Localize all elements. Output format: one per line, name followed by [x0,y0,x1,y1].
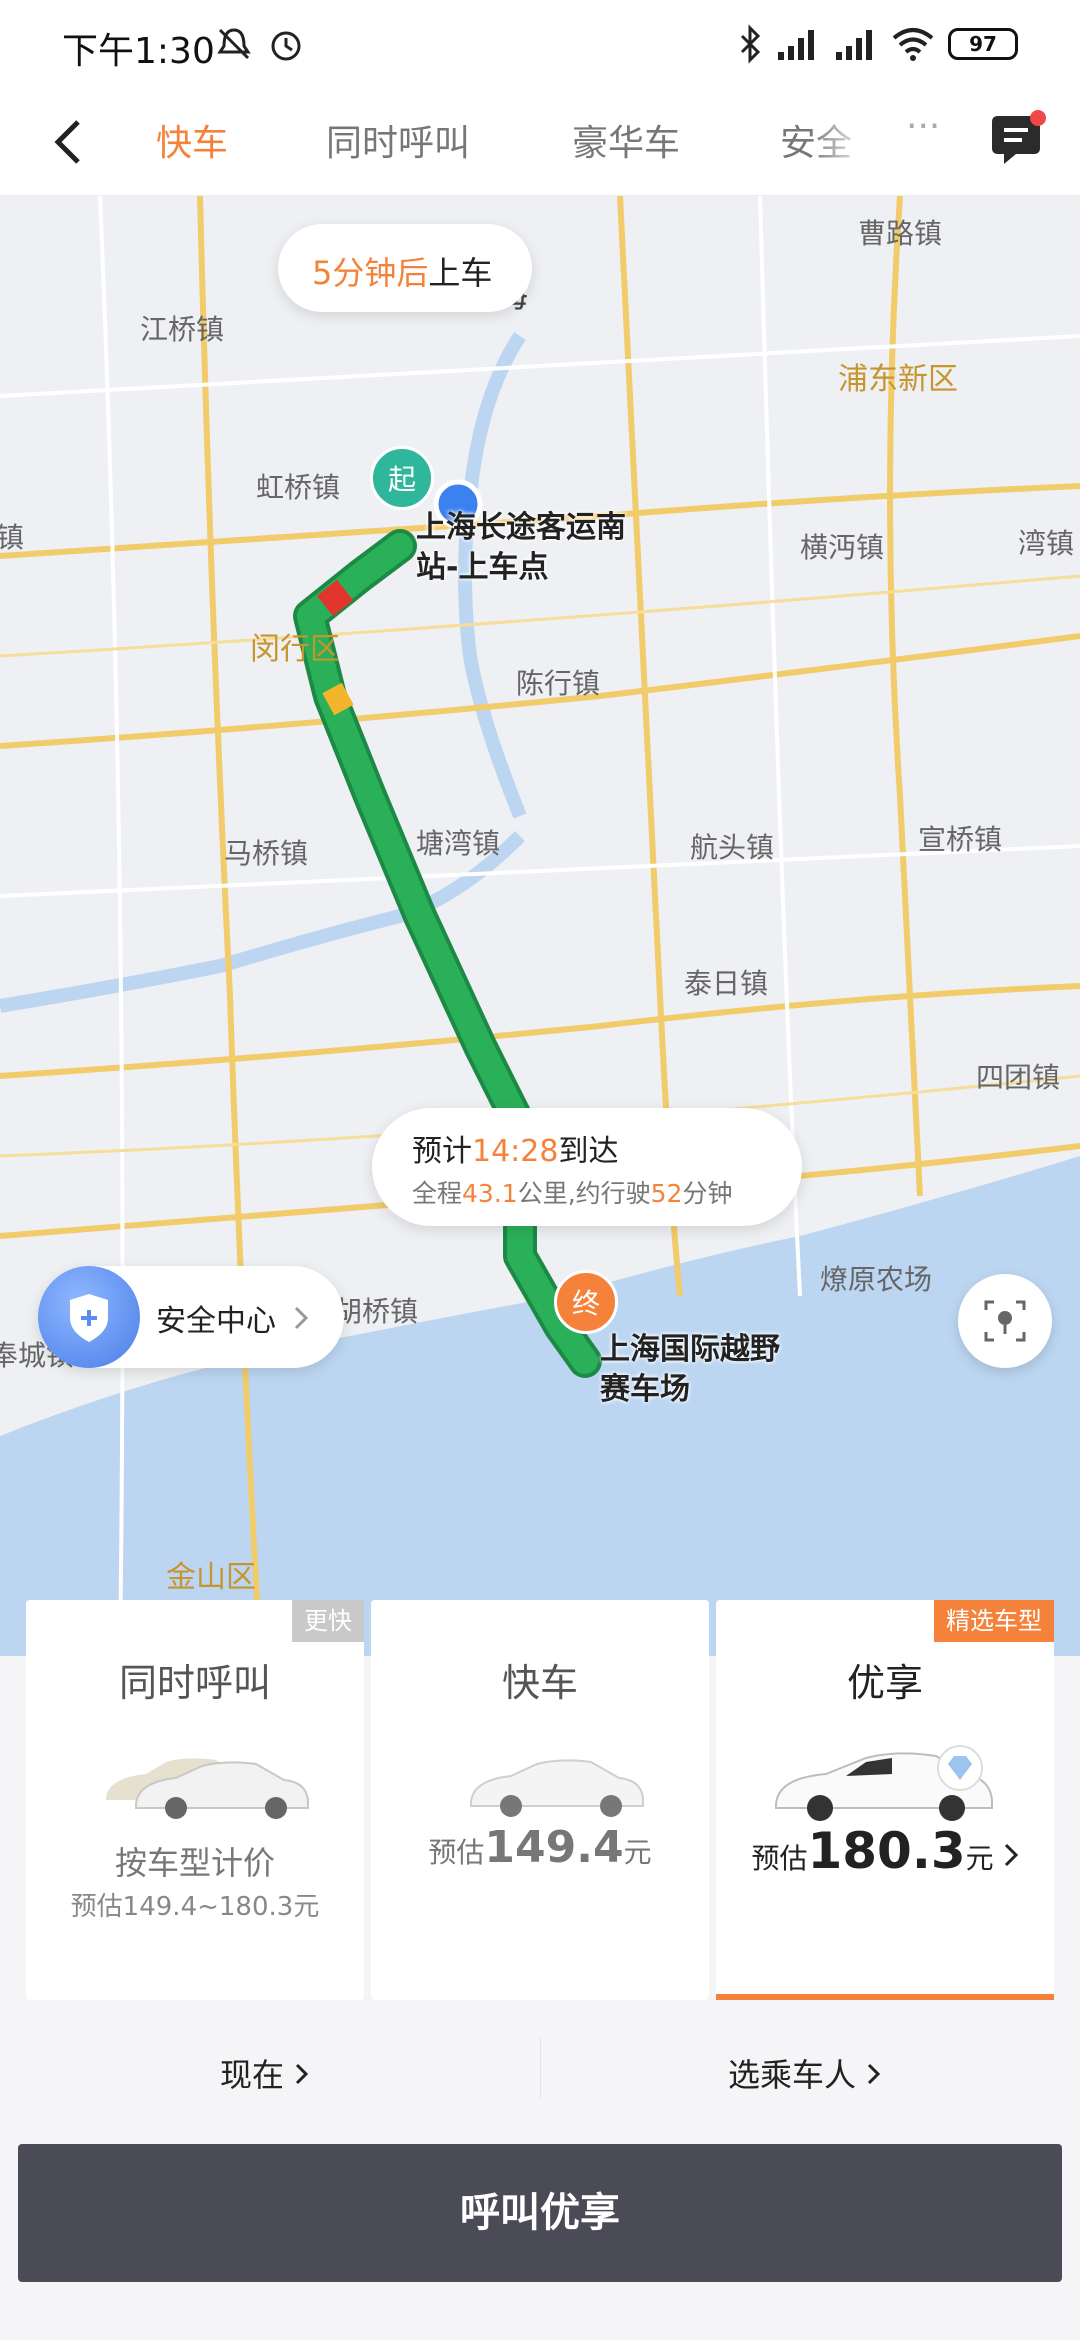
car-card-tag: 精选车型 [934,1600,1054,1642]
select-passenger-label: 选乘车人 [728,2056,857,2094]
arrival-suffix: 到达 [558,1134,619,1169]
car-card-express[interactable]: 快车 预估149.4元 [371,1600,709,2000]
map-label: 胡桥镇 [334,1295,419,1328]
chevron-right-icon [1004,1843,1018,1867]
departure-time-button[interactable]: 现在 [220,2050,310,2096]
car-icon [106,1758,309,1819]
destination-poi-line: 赛车场 [600,1372,690,1407]
start-pin: 起 [370,446,434,510]
arrival-detail: 分钟 [682,1179,733,1208]
map-label: 塘湾镇 [416,827,501,860]
map-label: 宣桥镇 [918,823,1003,856]
safety-center-label: 安全中心 [156,1304,276,1339]
safety-center-button[interactable]: 安全中心 [38,1266,344,1368]
mute-icon [217,28,251,60]
chevron-right-icon [296,2063,309,2085]
car-card-pricing-mode: 按车型计价 [114,1844,275,1882]
departure-time-label: 现在 [220,2056,285,2094]
pickup-poi-label[interactable]: 上海长途客运南 站-上车点 [416,508,626,588]
map-label: 马桥镇 [224,837,309,870]
price-value: 180.3 [807,1822,966,1880]
pickup-eta-value: 5分钟后 [312,254,429,292]
car-card-premium[interactable]: 精选车型 优享 预估180.3元 [716,1600,1054,2000]
select-passenger-button[interactable]: 选乘车人 [728,2050,882,2096]
price-value: 149.4 [484,1822,624,1873]
pickup-poi-line: 上海长途客运南 [416,510,626,545]
map-label: 横沔镇 [800,531,885,564]
wifi-icon [892,28,934,61]
car-card-name: 优享 [846,1661,923,1705]
tab-express[interactable]: 快车 [156,114,228,166]
price-prefix: 预估 [751,1842,808,1875]
arrival-detail: 公里,约行驶 [517,1179,651,1208]
top-nav: 快车 同时呼叫 豪华车 安全 ··· [0,88,1080,196]
car-icon [470,1759,644,1817]
pickup-poi-line: 站-上车点 [416,550,549,585]
car-card-tag: 更快 [292,1600,364,1642]
tab-fade [810,108,870,178]
map-label: 闵行区 [250,632,340,667]
tab-simultaneous-call[interactable]: 同时呼叫 [326,114,470,166]
status-time: 下午1:30 [62,31,215,72]
ride-options: 现在 选乘车人 [0,2030,1080,2120]
car-card-price-range: 预估149.4~180.3元 [70,1892,320,1922]
pickup-eta-suffix: 上车 [428,254,493,292]
arrival-prefix: 预计 [412,1134,472,1169]
price-unit: 元 [965,1842,994,1875]
map-label: 燎原农场 [820,1263,933,1296]
recenter-button[interactable] [958,1274,1052,1368]
car-card-price: 预估149.4元 [371,1822,709,1873]
arrival-duration: 52 [650,1179,683,1208]
pickup-eta-bubble: 5分钟后上车 [278,224,532,312]
arrival-bubble: 预计14:28到达 全程43.1公里,约行驶52分钟 [372,1108,802,1226]
map-label: 镇 [0,521,25,554]
map-roads [0,196,1080,1656]
destination-poi-label[interactable]: 上海国际越野 赛车场 [600,1330,780,1410]
map-label: 四团镇 [976,1061,1061,1094]
shield-icon [38,1266,140,1368]
map-label: 曹路镇 [858,217,943,250]
car-icon [775,1745,993,1821]
divider [540,2038,541,2098]
car-card-simultaneous[interactable]: 更快 同时呼叫 按车型计价 预估149.4~180.3元 [26,1600,364,2000]
tab-luxury[interactable]: 豪华车 [572,114,680,166]
car-type-cards: 更快 同时呼叫 按车型计价 预估149.4~180.3元 快车 预估149.4元… [0,1600,1080,2000]
map-label: 陈行镇 [516,667,601,700]
signal-icon-2 [836,30,872,60]
arrival-detail: 全程 [412,1179,463,1208]
signal-icon-1 [778,30,814,60]
map-label: 湾镇 [1018,527,1075,560]
back-icon[interactable] [52,118,84,166]
route-map[interactable]: 江桥镇 上海 曹路镇 浦东新区 虹桥镇 横沔镇 湾镇 闵行区 陈行镇 马桥镇 塘… [0,196,1080,1656]
map-label: 金山区 [166,1560,256,1595]
map-label: 航头镇 [690,831,775,864]
price-unit: 元 [623,1836,652,1869]
end-pin: 终 [554,1270,618,1334]
car-card-name: 同时呼叫 [118,1661,271,1705]
call-car-button[interactable]: 呼叫优享 [18,2144,1062,2282]
map-label: 泰日镇 [684,967,769,1000]
selected-indicator [716,1994,1054,2000]
message-icon[interactable] [990,110,1046,170]
car-card-price: 预估180.3元 [716,1822,1054,1880]
status-bar: 下午1:30 97 [0,0,1080,88]
battery-indicator: 97 [948,28,1018,60]
locate-icon [984,1300,1026,1342]
bluetooth-icon [740,24,761,64]
arrival-distance: 43.1 [462,1179,518,1208]
map-label: 浦东新区 [838,362,958,397]
more-tabs-icon[interactable]: ··· [906,106,940,147]
alarm-icon [271,31,301,61]
map-label: 江桥镇 [140,313,225,346]
map-label: 虹桥镇 [256,471,341,504]
destination-poi-line: 上海国际越野 [600,1332,780,1367]
chevron-right-icon [868,2063,881,2085]
price-prefix: 预估 [428,1836,485,1869]
car-card-name: 快车 [501,1661,578,1705]
arrival-time: 14:28 [472,1134,559,1169]
chevron-right-icon [294,1306,309,1330]
